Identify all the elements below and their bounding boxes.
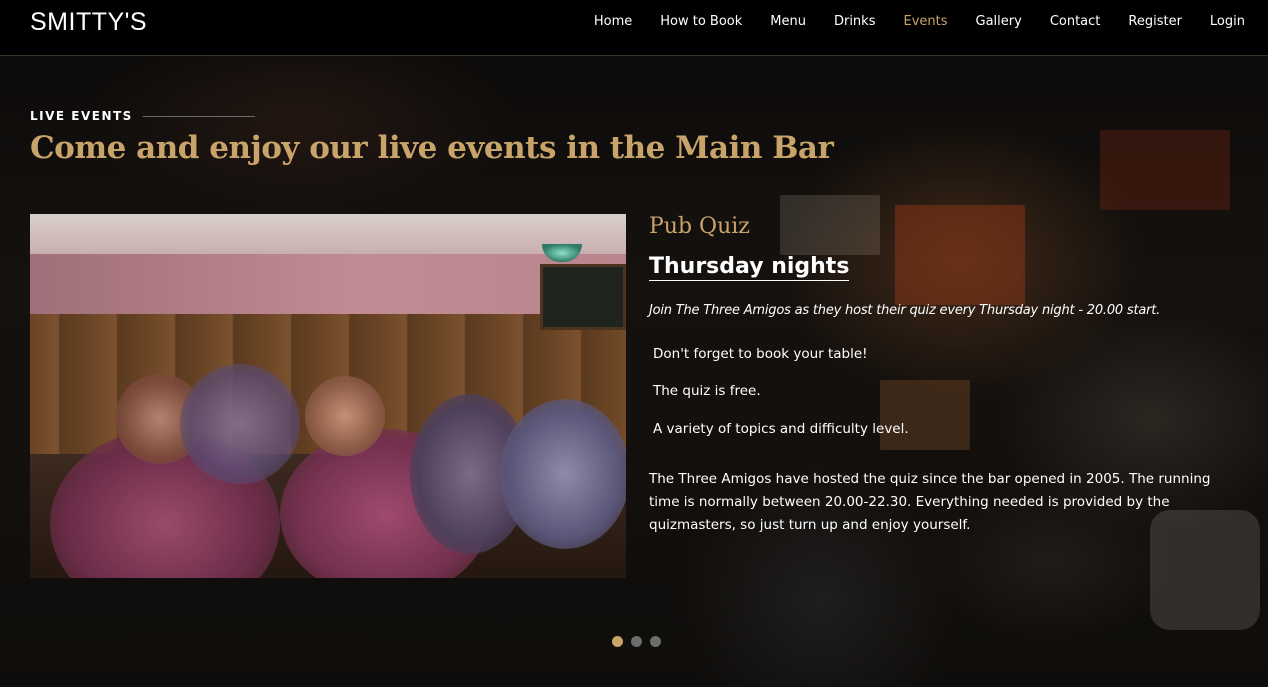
nav-item-login[interactable]: Login: [1196, 13, 1268, 31]
event-point: Don't forget to book your table!: [653, 346, 868, 362]
background-sign: [895, 205, 1025, 305]
nav-item-how-to-book[interactable]: How to Book: [646, 13, 756, 31]
nav-item-home[interactable]: Home: [580, 13, 646, 31]
carousel-dot[interactable]: [631, 636, 642, 647]
photo-person: [180, 364, 300, 484]
nav-item-drinks[interactable]: Drinks: [820, 13, 890, 31]
section-eyebrow: LIVE EVENTS: [30, 109, 255, 123]
nav-item-menu[interactable]: Menu: [756, 13, 820, 31]
carousel-dot[interactable]: [612, 636, 623, 647]
nav-menu: Home How to Book Menu Drinks Events Gall…: [580, 13, 1268, 31]
event-point: A variety of topics and difficulty level…: [653, 421, 909, 437]
carousel-dots: [612, 636, 669, 647]
navbar: SMITTY'S Home How to Book Menu Drinks Ev…: [0, 0, 1268, 56]
event-schedule: Thursday nights: [649, 254, 850, 281]
event-title: Pub Quiz: [649, 214, 750, 239]
background-sign: [1100, 130, 1230, 210]
nav-item-gallery[interactable]: Gallery: [962, 13, 1036, 31]
nav-item-register[interactable]: Register: [1114, 13, 1196, 31]
section-headline: Come and enjoy our live events in the Ma…: [30, 130, 834, 166]
nav-item-contact[interactable]: Contact: [1036, 13, 1115, 31]
background-sign: [780, 195, 880, 255]
photo-chalkboard: [540, 264, 626, 330]
brand-logo[interactable]: SMITTY'S: [30, 8, 147, 37]
carousel-dot[interactable]: [650, 636, 661, 647]
event-point: The quiz is free.: [653, 383, 761, 399]
photo-person: [500, 399, 626, 549]
background-sign: [880, 380, 970, 450]
eyebrow-divider: [142, 115, 255, 117]
photo-person: [305, 376, 385, 456]
nav-item-events[interactable]: Events: [889, 13, 961, 31]
event-photo: [30, 214, 626, 578]
event-intro: Join The Three Amigos as they host their…: [649, 303, 1161, 318]
eyebrow-label: LIVE EVENTS: [30, 109, 133, 123]
event-description: The Three Amigos have hosted the quiz si…: [649, 471, 1211, 533]
